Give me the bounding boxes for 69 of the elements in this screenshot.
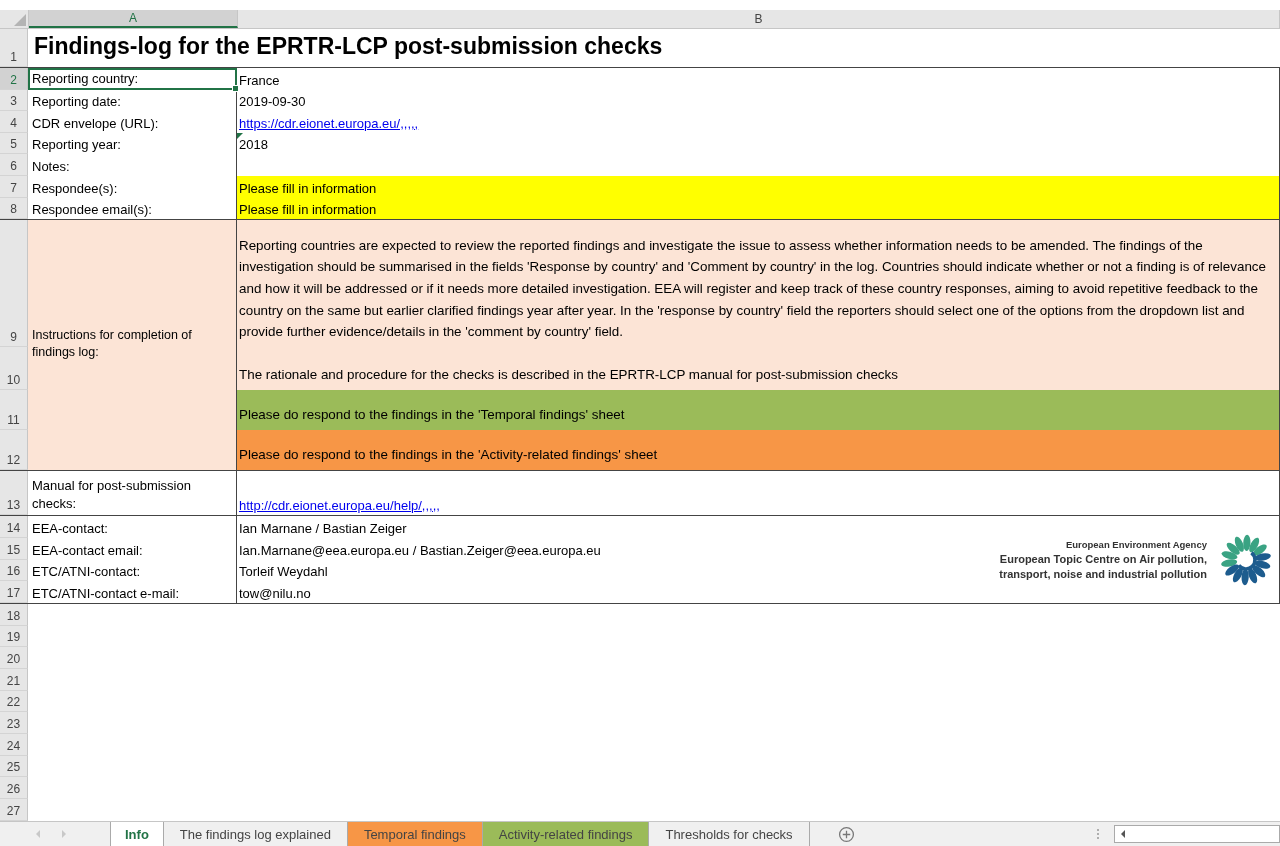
cell-text: 2019-09-30 bbox=[239, 94, 306, 110]
row-number[interactable]: 17 bbox=[0, 581, 28, 603]
label-cell-text: ETC/ATNI-contact e-mail: bbox=[31, 584, 181, 603]
row-number[interactable]: 7 bbox=[0, 175, 28, 198]
row-number[interactable]: 2 bbox=[0, 68, 28, 90]
row-number[interactable]: 10 bbox=[0, 347, 28, 391]
value-cell-text: Torleif Weydahl bbox=[238, 563, 329, 582]
splitter-handle-icon[interactable] bbox=[1096, 828, 1100, 840]
label-cell: Reporting date: bbox=[28, 89, 237, 112]
row-number[interactable]: 9 bbox=[0, 220, 28, 348]
row-number[interactable]: 15 bbox=[0, 537, 28, 560]
label-cell-text: ETC/ATNI-contact: bbox=[31, 563, 142, 582]
row-number[interactable]: 22 bbox=[0, 690, 28, 713]
label-cell-text: EEA-contact: bbox=[31, 519, 109, 538]
instruction-cell: Reporting countries are expected to review the reported findings and investigate the issue to assess whether information needs to be amended. The findings of the investigation should be summarised in the fields 'Response by country' and 'Comment by country' in the log. Countries should indicate whether or not a finding is of relevance and how it will be addressed or if it needs more detailed investigation. EEA will register and keep track of these country responses, aiming to avoid repetitive feedback to the country on the same but earlier clarified findings year after year. In the 'response by country' field the reporters should select one of the options from the dropdown list and provide further evidence/details in the 'comment by country' field. bbox=[237, 220, 1279, 348]
sheet-tab[interactable]: Activity-related findings bbox=[482, 822, 650, 846]
sheet-title: Findings-log for the EPRTR-LCP post-submission checks bbox=[33, 32, 663, 61]
row-number[interactable]: 20 bbox=[0, 647, 28, 669]
sheet-tab[interactable]: Info bbox=[110, 822, 164, 846]
value-cell-text: tow@nilu.no bbox=[238, 584, 312, 603]
row-number[interactable]: 25 bbox=[0, 755, 28, 778]
row-number[interactable]: 6 bbox=[0, 154, 28, 176]
cell-text: France bbox=[239, 72, 280, 88]
label-cell: Manual for post-submission checks: bbox=[28, 471, 237, 516]
row-number[interactable]: 23 bbox=[0, 712, 28, 735]
row-number[interactable]: 3 bbox=[0, 89, 28, 112]
label-cell: Instructions for completion of findings log: bbox=[28, 220, 237, 471]
row-number[interactable]: 27 bbox=[0, 799, 28, 821]
row-number[interactable]: 14 bbox=[0, 516, 28, 538]
column-header[interactable]: A bbox=[29, 10, 238, 28]
value-cell-text: Ian.Marnane@eea.europa.eu / Bastian.Zeiger@eea.europa.eu bbox=[238, 541, 602, 560]
sheet-tab[interactable]: Temporal findings bbox=[347, 822, 483, 846]
instruction-cell: Please do respond to the findings in the 'Temporal findings' sheet bbox=[237, 390, 1279, 431]
instruction-cell: Please do respond to the findings in the 'Activity-related findings' sheet bbox=[237, 430, 1279, 471]
select-all-icon[interactable] bbox=[14, 14, 26, 26]
label-cell: Reporting country: bbox=[28, 68, 237, 90]
add-sheet-icon[interactable] bbox=[837, 825, 855, 843]
horizontal-scrollbar[interactable] bbox=[1114, 825, 1280, 843]
sheet-tab[interactable]: Thresholds for checks bbox=[649, 822, 810, 846]
scroll-right-icon[interactable] bbox=[60, 829, 68, 839]
row-number[interactable]: 26 bbox=[0, 777, 28, 800]
agency-name: European Environment Agency bbox=[1064, 537, 1207, 552]
centre-name: transport, noise and industrial pollution bbox=[999, 566, 1207, 582]
row-number[interactable]: 19 bbox=[0, 625, 28, 648]
row-number[interactable]: 5 bbox=[0, 132, 28, 155]
sheet-tab[interactable]: The findings log explained bbox=[163, 822, 348, 846]
row-number[interactable]: 8 bbox=[0, 197, 28, 220]
label-cell: Notes: bbox=[28, 154, 237, 176]
label-cell: CDR envelope (URL): bbox=[28, 111, 237, 133]
row-number[interactable]: 12 bbox=[0, 430, 28, 471]
url-link[interactable]: http://cdr.eionet.europa.eu/help/,,,,, bbox=[239, 498, 440, 514]
column-header[interactable]: B bbox=[238, 10, 1280, 28]
row-number[interactable]: 11 bbox=[0, 390, 28, 431]
cell-text: 2018 bbox=[239, 137, 268, 153]
label-cell-text: EEA-contact email: bbox=[31, 541, 144, 560]
row-number[interactable]: 13 bbox=[0, 471, 28, 516]
row-number[interactable]: 21 bbox=[0, 668, 28, 691]
row-number[interactable]: 1 bbox=[0, 29, 28, 67]
url-link[interactable]: https://cdr.eionet.europa.eu/,,,,, bbox=[239, 115, 419, 131]
centre-name: European Topic Centre on Air pollution, bbox=[999, 551, 1207, 567]
cell-text: Please fill in information bbox=[239, 202, 377, 218]
instruction-cell: The rationale and procedure for the checks is described in the EPRTR-LCP manual for post-submission checks bbox=[237, 347, 1279, 391]
row-number[interactable]: 16 bbox=[0, 559, 28, 582]
value-cell-text: Ian Marnane / Bastian Zeiger bbox=[238, 519, 408, 538]
scroll-left-icon[interactable] bbox=[1119, 829, 1127, 839]
row-number[interactable]: 4 bbox=[0, 111, 28, 133]
cell-text: Please fill in information bbox=[239, 180, 377, 196]
row-number[interactable]: 18 bbox=[0, 603, 28, 626]
row-number[interactable]: 24 bbox=[0, 734, 28, 756]
